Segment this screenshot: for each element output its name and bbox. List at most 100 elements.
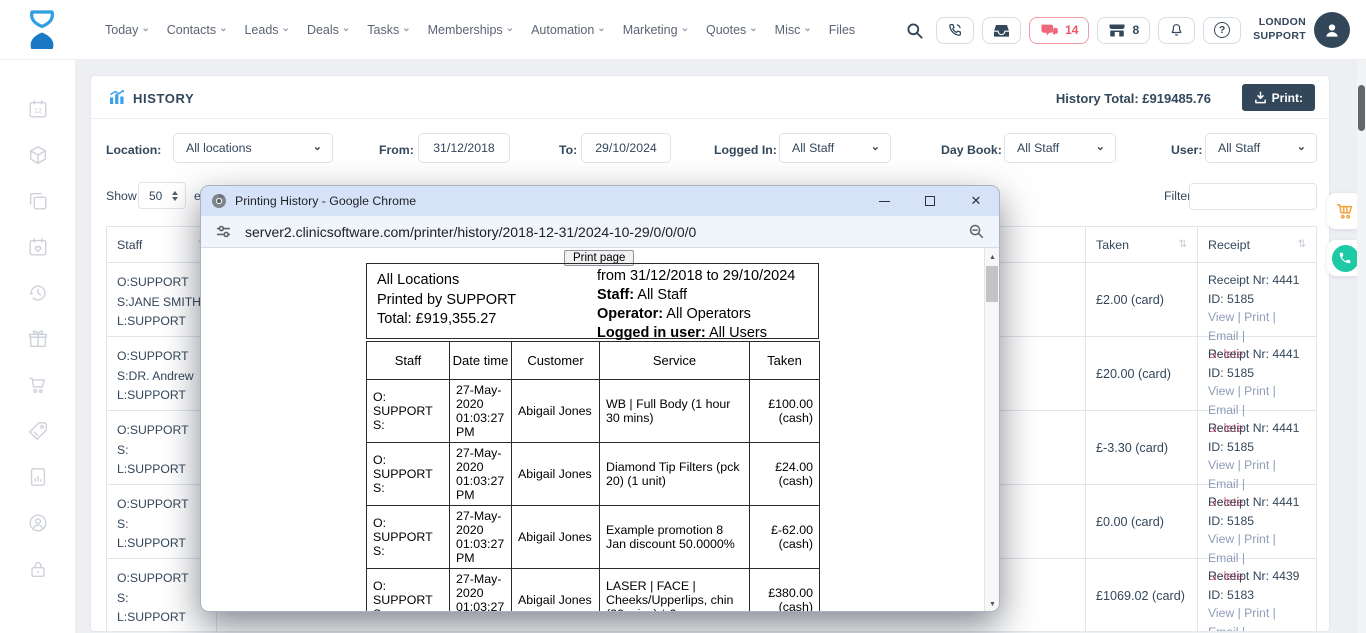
package-icon[interactable] bbox=[27, 144, 49, 166]
svg-text:12: 12 bbox=[34, 108, 42, 115]
nav-item-today[interactable]: Today⌄ bbox=[105, 23, 150, 37]
phone-calls-button[interactable] bbox=[936, 17, 974, 44]
to-date-input[interactable]: 29/10/2024 bbox=[581, 133, 671, 163]
close-icon: ✕ bbox=[971, 193, 982, 209]
print-customer: Abigail Jones bbox=[512, 443, 600, 506]
user-circle-icon[interactable] bbox=[27, 512, 49, 534]
cart-icon[interactable] bbox=[27, 374, 49, 396]
user-select[interactable]: All Staff ⌄ bbox=[1205, 133, 1317, 163]
day-book-select[interactable]: All Staff ⌄ bbox=[1004, 133, 1116, 163]
nav-item-deals[interactable]: Deals⌄ bbox=[307, 23, 350, 37]
staff-name: S:JANE SMITH bbox=[117, 293, 210, 313]
search-icon[interactable] bbox=[905, 21, 924, 40]
view-link[interactable]: View bbox=[1208, 310, 1234, 324]
nav-item-marketing[interactable]: Marketing⌄ bbox=[623, 23, 689, 37]
notifications-button[interactable] bbox=[1158, 17, 1195, 44]
nav-item-contacts[interactable]: Contacts⌄ bbox=[167, 23, 228, 37]
location-label: Location: bbox=[106, 143, 161, 157]
print-col-staff: Staff bbox=[367, 342, 450, 380]
print-link[interactable]: Print bbox=[1244, 384, 1269, 398]
popup-url-bar[interactable]: server2.clinicsoftware.com/printer/histo… bbox=[201, 216, 999, 248]
inbox-button[interactable] bbox=[982, 17, 1021, 44]
close-button[interactable]: ✕ bbox=[953, 186, 999, 216]
popup-scrollbar-thumb[interactable] bbox=[986, 266, 998, 302]
receipt-cell: Receipt Nr: 4441 ID: 5185 View | Print |… bbox=[1198, 411, 1317, 485]
scroll-up-icon[interactable]: ▲ bbox=[985, 249, 999, 265]
email-link[interactable]: Email bbox=[1208, 625, 1238, 632]
location-select[interactable]: All locations ⌄ bbox=[173, 133, 333, 163]
column-header-receipt[interactable]: Receipt⇅ bbox=[1198, 227, 1317, 263]
nav-item-tasks[interactable]: Tasks⌄ bbox=[367, 23, 410, 37]
summary-total: Total: £919,355.27 bbox=[377, 310, 516, 330]
chrome-popup-window: Printing History - Google Chrome ✕ serve… bbox=[200, 185, 1000, 612]
popup-scrollbar[interactable]: ▲ ▼ bbox=[984, 248, 999, 612]
help-button[interactable]: ? bbox=[1203, 17, 1241, 44]
popup-url[interactable]: server2.clinicsoftware.com/printer/histo… bbox=[245, 224, 968, 240]
gift-icon[interactable] bbox=[27, 328, 49, 350]
calendar-icon[interactable]: 12 bbox=[27, 98, 49, 120]
summary-operator-value: All Operators bbox=[663, 306, 751, 322]
popup-titlebar[interactable]: Printing History - Google Chrome ✕ bbox=[201, 186, 999, 216]
nav-item-quotes[interactable]: Quotes⌄ bbox=[706, 23, 758, 37]
zoom-out-icon[interactable] bbox=[968, 223, 985, 240]
account-location: LONDON bbox=[1253, 16, 1306, 30]
chevron-down-icon: ⌄ bbox=[1096, 142, 1105, 153]
receipt-id: ID: 5185 bbox=[1208, 364, 1308, 383]
history-icon[interactable] bbox=[27, 282, 49, 304]
minimize-button[interactable] bbox=[861, 186, 907, 216]
link-separator: | bbox=[1238, 384, 1241, 398]
view-link[interactable]: View bbox=[1208, 532, 1234, 546]
report-icon[interactable] bbox=[27, 466, 49, 488]
chevron-down-icon: ⌄ bbox=[1297, 142, 1306, 153]
print-amount: £-62.00 bbox=[756, 523, 813, 537]
chat-count-badge: 14 bbox=[1065, 23, 1078, 37]
copy-windows-icon[interactable] bbox=[27, 190, 49, 212]
view-link[interactable]: View bbox=[1208, 458, 1234, 472]
view-link[interactable]: View bbox=[1208, 606, 1234, 620]
coupon-icon[interactable] bbox=[27, 420, 49, 442]
lock-icon[interactable] bbox=[27, 558, 49, 580]
clinicsoftware-logo-icon[interactable] bbox=[22, 7, 62, 53]
chat-messages-button[interactable]: 14 bbox=[1029, 17, 1089, 44]
scroll-down-icon[interactable]: ▼ bbox=[985, 596, 999, 612]
till-button[interactable]: 8 bbox=[1097, 17, 1150, 44]
print-service: LASER | FACE | Cheeks/Upperlips, chin (2… bbox=[600, 569, 750, 613]
print-link[interactable]: Print bbox=[1244, 606, 1269, 620]
nav-item-memberships[interactable]: Memberships⌄ bbox=[428, 23, 514, 37]
maximize-button[interactable] bbox=[907, 186, 953, 216]
user-label: User: bbox=[1171, 143, 1202, 157]
nav-item-files[interactable]: Files bbox=[829, 23, 855, 37]
page-scrollbar[interactable] bbox=[1357, 60, 1366, 633]
popup-content: Print page All Locations Printed by SUPP… bbox=[201, 248, 999, 612]
view-link[interactable]: View bbox=[1208, 384, 1234, 398]
print-link[interactable]: Print bbox=[1244, 458, 1269, 472]
summary-range: from 31/12/2018 to 29/10/2024 bbox=[597, 267, 795, 286]
calendar-heart-icon[interactable] bbox=[27, 236, 49, 258]
nav-item-misc[interactable]: Misc⌄ bbox=[775, 23, 812, 37]
filter-input[interactable] bbox=[1189, 183, 1317, 210]
till-count-badge: 8 bbox=[1132, 23, 1139, 37]
from-date-input[interactable]: 31/12/2018 bbox=[418, 133, 510, 163]
nav-item-automation[interactable]: Automation⌄ bbox=[531, 23, 606, 37]
history-card-header: HISTORY History Total: £919485.76 Print: bbox=[91, 76, 1329, 119]
staff-name: S: bbox=[117, 441, 210, 461]
sort-icon: ⇅ bbox=[1298, 239, 1306, 250]
site-settings-icon[interactable] bbox=[215, 223, 232, 240]
receipt-number: Receipt Nr: 4441 bbox=[1208, 419, 1308, 438]
link-separator: | bbox=[1273, 532, 1276, 546]
staff-location: L:SUPPORT bbox=[117, 386, 210, 406]
column-header-taken[interactable]: Taken⇅ bbox=[1086, 227, 1198, 263]
summary-staff-value: All Staff bbox=[634, 287, 687, 303]
summary-location: All Locations bbox=[377, 271, 516, 291]
nav-item-leads[interactable]: Leads⌄ bbox=[244, 23, 289, 37]
page-size-stepper[interactable]: 50 bbox=[138, 182, 186, 209]
user-avatar[interactable] bbox=[1314, 12, 1350, 48]
logged-in-select[interactable]: All Staff ⌄ bbox=[779, 133, 891, 163]
print-button[interactable]: Print: bbox=[1242, 84, 1315, 111]
popup-window-title: Printing History - Google Chrome bbox=[235, 194, 861, 208]
staff-operator: O:SUPPORT bbox=[117, 347, 210, 367]
print-customer: Abigail Jones bbox=[512, 380, 600, 443]
print-link[interactable]: Print bbox=[1244, 310, 1269, 324]
page-scrollbar-thumb[interactable] bbox=[1358, 85, 1365, 131]
print-link[interactable]: Print bbox=[1244, 532, 1269, 546]
